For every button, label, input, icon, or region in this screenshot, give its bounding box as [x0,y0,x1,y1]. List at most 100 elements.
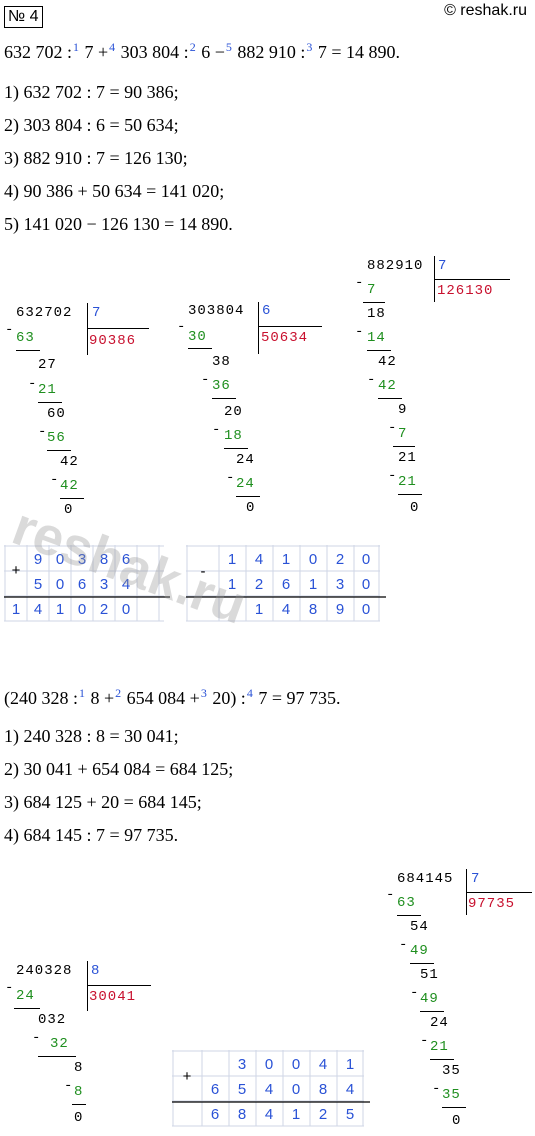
remainder: 0 [452,1113,462,1129]
step-line: 3) 882 910 : 7 = 126 130; [4,148,188,168]
remainder: 9 [398,402,408,418]
expr-part: 8 + [86,688,115,708]
divisor: 7 [92,305,102,321]
remainder: 0 [410,500,420,516]
digit: 5 [238,1081,246,1098]
expr-part: 303 804 : [116,42,189,62]
division-bar [466,892,532,893]
digit: 1 [346,1056,354,1073]
step-line: 4) 684 145 : 7 = 97 735. [4,825,179,845]
expr-part: 7 = 97 735. [253,688,341,708]
minus-sign: - [64,1078,74,1094]
remainder: 24 [236,452,255,468]
digit: 8 [309,601,317,618]
order-mark: 1 [79,686,85,700]
rule [410,963,434,964]
minus-sign: - [50,472,60,488]
digit: 1 [228,551,236,568]
digit: 1 [282,551,290,568]
digit: 4 [265,1081,273,1098]
step-line: 2) 30 041 + 654 084 = 684 125; [4,759,234,779]
minus-sign: - [212,422,222,438]
remainder: 032 [38,1012,67,1028]
remainder: 0 [246,500,256,516]
rule [224,448,248,449]
digit: 6 [211,1081,219,1098]
minus-sign: - [226,470,236,486]
subtrahend: 14 [367,330,386,346]
digit: 0 [362,601,370,618]
digit: 0 [78,601,86,618]
digit: 8 [238,1106,246,1123]
rule [188,348,212,349]
digit: 2 [319,1106,327,1123]
order-mark: 4 [109,40,116,54]
step-line: 4) 90 386 + 50 634 = 141 020; [4,181,225,201]
minus-sign: - [388,420,398,436]
subtrahend: 42 [60,478,79,494]
quotient: 30041 [89,989,137,1005]
subtrahend: 32 [50,1036,69,1052]
rule [38,402,62,403]
remainder: 60 [47,406,66,422]
order-mark: 4 [246,686,253,700]
digit: 8 [319,1081,327,1098]
step-line: 3) 684 125 + 20 = 684 145; [4,792,202,812]
expr-part: 882 910 : [232,42,306,62]
rule [363,302,385,303]
remainder: 51 [420,967,439,983]
subtrahend: 56 [47,430,66,446]
remainder: 42 [378,354,397,370]
subtrahend: 35 [442,1087,461,1103]
rule [378,398,402,399]
subtrahend: 49 [420,991,439,1007]
digit: 1 [12,601,20,618]
minus-sign: - [432,1081,442,1097]
expr-part: (240 328 : [4,688,78,708]
rule [47,450,71,451]
digit: 0 [362,576,370,593]
order-mark: 2 [115,686,122,700]
subtrahend: 24 [16,988,35,1004]
minus-sign: - [399,937,409,953]
expr-part: 7 + [80,42,109,62]
remainder: 24 [430,1015,449,1031]
digit: 4 [282,601,290,618]
remainder: 0 [74,1110,84,1126]
rule [14,1008,40,1009]
division-bar [87,985,151,986]
subtrahend: 42 [378,378,397,394]
digit: 3 [238,1056,246,1073]
remainder: 27 [38,357,57,373]
digit: 1 [309,576,317,593]
digit: 2 [255,576,263,593]
remainder: 35 [442,1063,461,1079]
divisor: 6 [262,303,272,319]
digit: 3 [336,576,344,593]
digit: 0 [292,1056,300,1073]
subtrahend: 30 [188,329,207,345]
order-mark: 3 [306,40,313,54]
digit: 4 [319,1056,327,1073]
step-line: 1) 240 328 : 8 = 30 041; [4,726,179,746]
step-line: 5) 141 020 − 126 130 = 14 890. [4,214,233,234]
order-mark: 3 [200,686,207,700]
minus-sign: - [28,376,38,392]
dividend: 303804 [188,303,245,319]
expr-part: 20) : [207,688,246,708]
minus-sign: - [420,1033,430,1049]
quotient: 126130 [437,283,494,299]
dividend: 684145 [397,871,454,887]
rule [367,350,391,351]
divisor: 7 [438,258,448,274]
rule [420,1011,444,1012]
remainder: 18 [367,306,386,322]
rule [236,496,260,497]
subtrahend: 21 [398,474,417,490]
quotient: 97735 [468,896,516,912]
quotient: 50634 [261,330,309,346]
subtrahend: 21 [38,382,57,398]
division-bar [258,302,259,354]
digit: 1 [292,1106,300,1123]
minus-sign: - [32,1030,42,1046]
